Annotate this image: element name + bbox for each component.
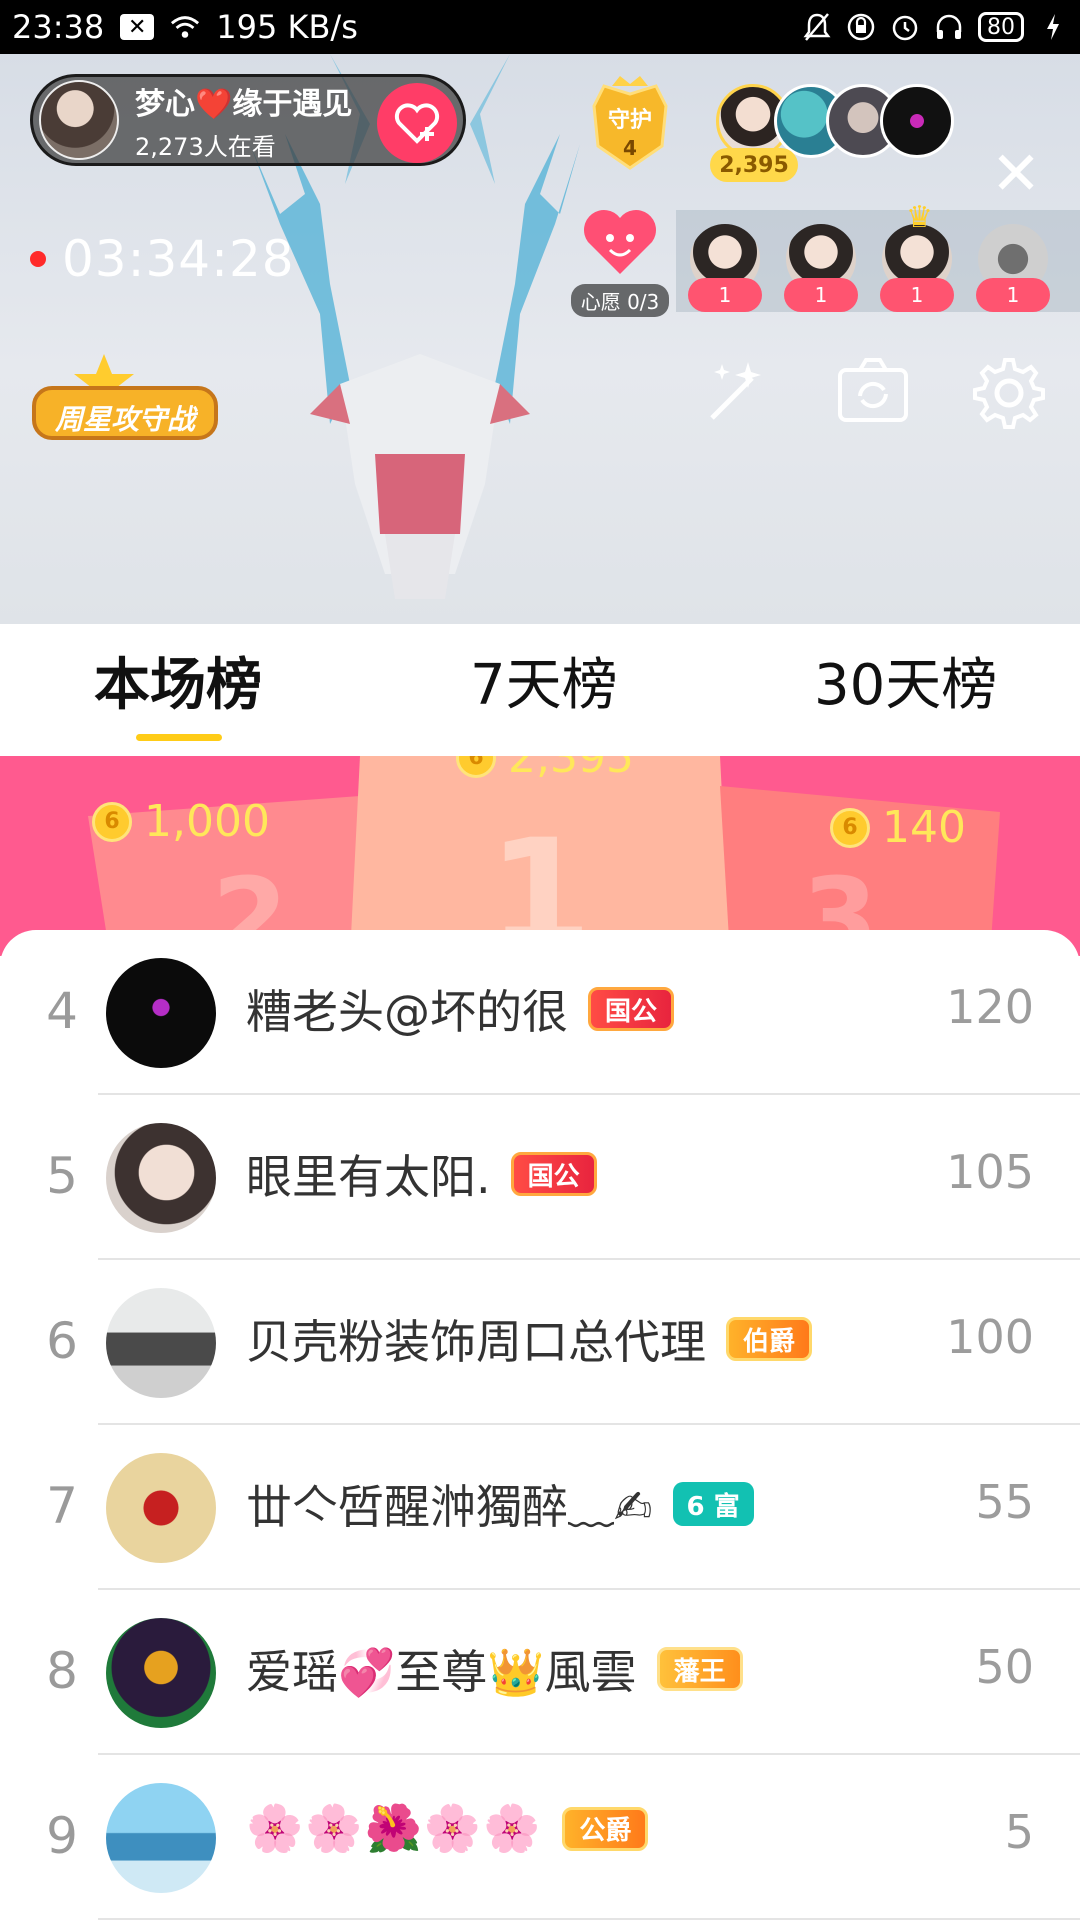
status-time: 23:38: [12, 8, 105, 46]
rank-number: 5: [46, 1147, 78, 1205]
guest-seat-count-1: 1: [688, 278, 762, 312]
settings-gear-icon[interactable]: [972, 356, 1046, 430]
wifi-icon: [170, 12, 200, 42]
rank-badge: 藩王: [656, 1647, 743, 1691]
active-tab-indicator: [136, 734, 222, 741]
avatar[interactable]: [106, 1288, 216, 1398]
timer-text: 03:34:28: [62, 230, 295, 288]
ranking-list[interactable]: 4 糟老头@坏的很 国公 120 5 眼里有太阳. 国公 105 6 贝壳粉装饰…: [0, 930, 1080, 1920]
contribution-score: 55: [975, 1475, 1034, 1529]
second-place-value: 6 1,000: [92, 796, 270, 847]
viewer-count: 2,273人在看: [135, 132, 276, 161]
rank-badge: 国公: [588, 987, 675, 1031]
first-place-value: 6 2,395: [456, 756, 634, 783]
list-item[interactable]: 7 丗亽啠醒浺獨醉﹏✍ 6 富 55: [0, 1425, 1080, 1590]
contribution-score: 100: [946, 1310, 1034, 1364]
avatar[interactable]: [106, 1123, 216, 1233]
coin-icon: 6: [456, 756, 496, 778]
mute-bell-icon: [802, 12, 832, 42]
user-name: 丗亽啠醒浺獨醉﹏✍ 6 富: [246, 1471, 754, 1537]
list-item[interactable]: 9 🌸🌸🌺🌸🌸 公爵 5: [0, 1755, 1080, 1920]
podium-graphic: 1 2 3: [88, 756, 1000, 956]
charging-icon: [1038, 12, 1068, 42]
headphones-icon: [934, 12, 964, 42]
list-item[interactable]: 5 眼里有太阳. 国公 105: [0, 1095, 1080, 1260]
contribution-score: 5: [1004, 1805, 1034, 1859]
contribution-score: 120: [946, 980, 1034, 1034]
notification-x-icon: ✕: [120, 14, 155, 40]
list-item[interactable]: 4 糟老头@坏的很 国公 120: [0, 930, 1080, 1095]
rank-number: 6: [46, 1312, 78, 1370]
user-name: 糟老头@坏的很 国公: [246, 976, 675, 1042]
top-viewer-coins: 2,395: [710, 148, 798, 182]
rank-number: 4: [46, 982, 78, 1040]
rank-number: 9: [46, 1807, 78, 1865]
rank-badge: 公爵: [562, 1806, 649, 1851]
network-speed: 195 KB/s: [216, 8, 358, 46]
rotation-lock-icon: [846, 12, 876, 42]
status-bar: 23:38 ✕ 195 KB/s 80: [0, 0, 1080, 54]
top-viewer-avatar-4[interactable]: [880, 84, 954, 158]
rank-number: 8: [46, 1642, 78, 1700]
wish-heart-icon: [584, 210, 656, 274]
avatar[interactable]: [106, 1453, 216, 1563]
tab-7-days[interactable]: 7天榜: [470, 646, 618, 726]
rank-number: 7: [46, 1477, 78, 1535]
heart-plus-icon: [394, 103, 440, 144]
live-timer: 03:34:28: [30, 230, 295, 288]
coin-icon: 6: [92, 801, 132, 842]
rank-badge: 伯爵: [726, 1317, 813, 1361]
third-place-value: 6 140: [830, 802, 966, 853]
live-video-area[interactable]: 梦心❤️缘于遇见 2,273人在看 守护 4 2,395 ✕ 03:34:28 …: [0, 54, 1080, 624]
top-three-podium: 1 2 3 6 2,395 6 1,000 6 140: [0, 756, 1080, 956]
contribution-score: 105: [946, 1145, 1034, 1199]
host-name: 梦心❤️缘于遇见: [135, 86, 353, 122]
alarm-icon: [890, 12, 920, 42]
wish-button[interactable]: 心愿 0/3: [568, 206, 672, 346]
avatar[interactable]: [106, 1783, 216, 1893]
avatar[interactable]: [106, 958, 216, 1068]
guest-seat-count-4: 1: [976, 278, 1050, 312]
host-avatar[interactable]: [39, 80, 119, 160]
user-name: 眼里有太阳. 国公: [246, 1141, 597, 1207]
user-name: 🌸🌸🌺🌸🌸 公爵: [246, 1801, 649, 1856]
guard-label: 守护: [607, 108, 652, 133]
follow-heart-plus-button[interactable]: [377, 83, 457, 163]
user-name: 爱瑶💞至尊👑風雲 藩王: [246, 1636, 743, 1702]
week-star-label: 周星攻守战: [54, 403, 195, 436]
rank-badge: 6 富: [672, 1482, 754, 1526]
ranking-tabs: 本场榜 7天榜 30天榜: [0, 624, 1080, 756]
guest-seat-strip: 1 1 1 1 ♛: [676, 200, 1080, 312]
tab-this-show[interactable]: 本场榜: [94, 646, 262, 726]
guard-badge-button[interactable]: 守护 4: [586, 76, 674, 176]
recording-dot-icon: [30, 251, 46, 267]
list-item[interactable]: 6 贝壳粉装饰周口总代理 伯爵 100: [0, 1260, 1080, 1425]
list-item[interactable]: 8 爱瑶💞至尊👑風雲 藩王 50: [0, 1590, 1080, 1755]
battery-icon: 80: [978, 12, 1024, 42]
week-star-battle-button[interactable]: 周星攻守战: [30, 344, 220, 448]
rank-badge: 国公: [510, 1152, 597, 1196]
contribution-score: 50: [975, 1640, 1034, 1694]
magic-wand-icon[interactable]: [700, 356, 774, 430]
user-name: 贝壳粉装饰周口总代理 伯爵: [246, 1306, 813, 1372]
close-icon[interactable]: ✕: [990, 144, 1042, 204]
guard-count: 4: [623, 136, 637, 160]
host-info-pill[interactable]: 梦心❤️缘于遇见 2,273人在看: [30, 74, 466, 166]
guest-seat-count-2: 1: [784, 278, 858, 312]
camera-switch-icon[interactable]: [836, 356, 910, 430]
wish-label: 心愿 0/3: [570, 284, 670, 317]
tab-30-days[interactable]: 30天榜: [814, 646, 997, 726]
coin-icon: 6: [830, 807, 870, 848]
guest-seat-count-3: 1: [880, 278, 954, 312]
crown-icon: ♛: [906, 200, 933, 235]
avatar[interactable]: [106, 1618, 216, 1728]
